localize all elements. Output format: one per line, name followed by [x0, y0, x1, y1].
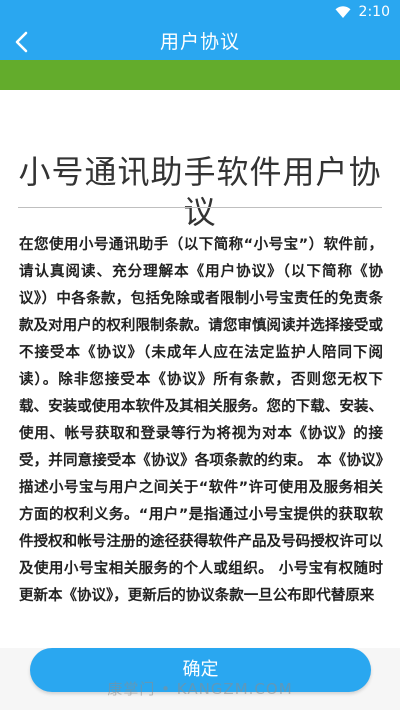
page-title: 用户协议 [159, 31, 240, 53]
status-bar: 2:10 [0, 0, 400, 24]
app-bar: 用户协议 [0, 24, 400, 60]
status-time: 2:10 [358, 4, 390, 20]
document-title: 小号通讯助手软件用户协议 [18, 153, 382, 231]
accent-band [0, 60, 400, 90]
screen: 2:10 用户协议 小号通讯助手软件用户协议 在您使用小号通讯助手（以下简称“小… [0, 0, 400, 710]
agreement-scroll-area[interactable]: 小号通讯助手软件用户协议 在您使用小号通讯助手（以下简称“小号宝”）软件前，请认… [0, 90, 400, 710]
confirm-button[interactable]: 确定 [30, 648, 371, 692]
wifi-icon [335, 6, 351, 18]
document-body: 在您使用小号通讯助手（以下简称“小号宝”）软件前，请认真阅读、充分理解本《用户协… [19, 237, 383, 604]
title-divider [18, 207, 382, 208]
